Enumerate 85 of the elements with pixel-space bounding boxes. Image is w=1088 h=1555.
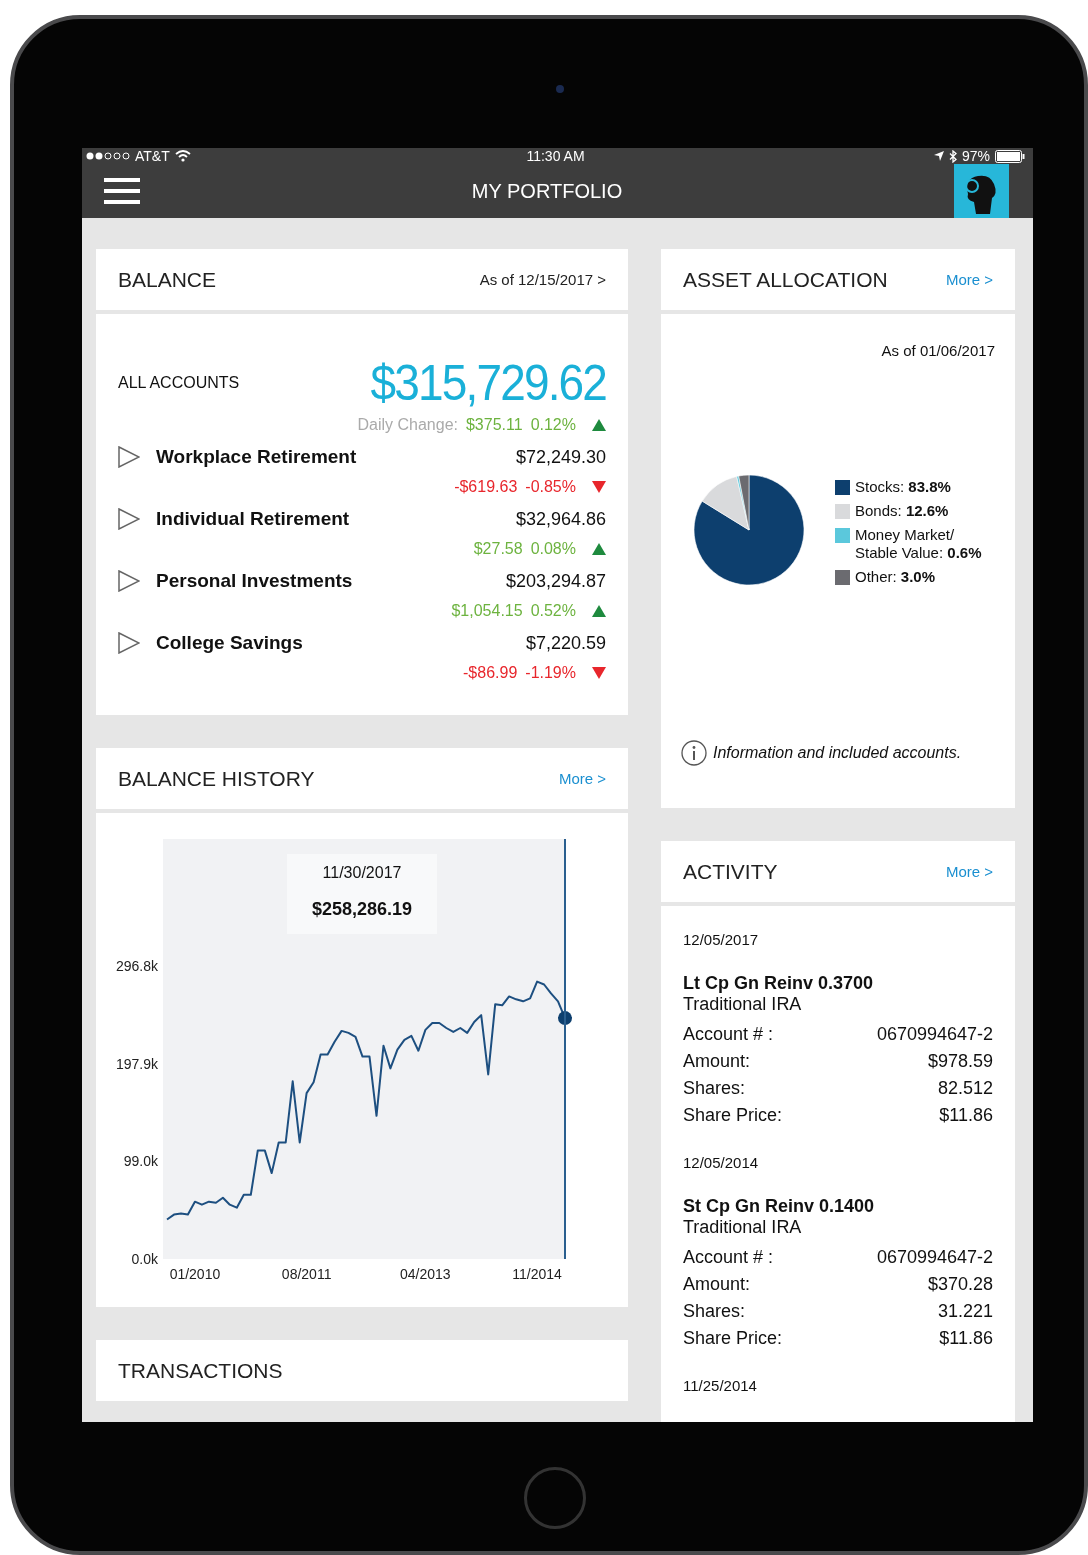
- field-value: $11.86: [939, 1104, 993, 1127]
- expand-arrow-icon[interactable]: [118, 446, 140, 468]
- location-arrow-icon: [933, 151, 944, 161]
- page-title: MY PORTFOLIO: [471, 179, 623, 203]
- change-amount: $27.58: [473, 540, 523, 558]
- change-percent: 0.12%: [530, 416, 576, 434]
- change-percent: -1.19%: [525, 664, 576, 682]
- field-label: Shares:: [683, 1077, 746, 1100]
- as-of-date-link[interactable]: As of 12/15/2017 >: [479, 271, 606, 288]
- signal-icon: [86, 151, 130, 161]
- expand-arrow-icon[interactable]: [118, 632, 140, 654]
- x-axis-label: 01/2010: [169, 1266, 221, 1282]
- activity-title: St Cp Gn Reinv 0.1400: [683, 1196, 876, 1217]
- field-value: 31.221: [937, 1300, 993, 1323]
- x-axis-label: 08/2011: [281, 1266, 332, 1282]
- account-type: Traditional IRA: [683, 994, 803, 1015]
- expand-arrow-icon[interactable]: [118, 570, 140, 592]
- battery-percent: 97%: [961, 148, 990, 164]
- change-percent: 0.52%: [530, 602, 576, 620]
- more-link[interactable]: More >: [945, 863, 993, 880]
- carrier-name: AT&T: [135, 148, 170, 164]
- account-name[interactable]: College Savings: [156, 632, 526, 654]
- activity-date: 11/25/2014: [683, 1377, 758, 1394]
- change-percent: 0.08%: [530, 540, 576, 558]
- status-time: 11:30 AM: [526, 148, 585, 164]
- field-value: 82.512: [937, 1077, 993, 1100]
- field-value: 0670994647-2: [876, 1023, 993, 1046]
- field-value: $11.86: [939, 1327, 993, 1350]
- field-value: 0670994647-2: [876, 1246, 993, 1269]
- bluetooth-icon: [948, 149, 957, 163]
- more-link[interactable]: More >: [558, 770, 606, 787]
- field-label: Shares:: [683, 1300, 746, 1323]
- x-axis-label: 11/2014: [512, 1266, 562, 1282]
- tooltip-date: 11/30/2017: [322, 864, 402, 881]
- change-amount: -$619.63: [454, 478, 518, 496]
- change-percent: -0.85%: [525, 478, 576, 496]
- change-amount: $1,054.15: [451, 602, 523, 620]
- legend-label: Other: 3.0%: [855, 568, 936, 586]
- change-amount: $375.11: [465, 416, 523, 434]
- account-balance: $72,249.30: [515, 446, 606, 468]
- field-label: Amount:: [683, 1050, 751, 1073]
- section-title: ACTIVITY: [683, 859, 778, 884]
- y-axis-label: 296.8k: [115, 957, 158, 974]
- section-title: BALANCE: [118, 267, 217, 292]
- legend-label: Money Market/ Stable Value: 0.6%: [855, 526, 983, 562]
- account-name[interactable]: Individual Retirement: [156, 508, 516, 530]
- change-amount: -$86.99: [463, 664, 518, 682]
- section-title: ASSET ALLOCATION: [683, 267, 888, 292]
- account-type: Traditional IRA: [683, 1217, 803, 1238]
- field-value: $370.28: [927, 1273, 993, 1296]
- wifi-icon: [174, 150, 191, 162]
- daily-change-label: Daily Change:: [357, 416, 458, 434]
- camera-icon: [556, 85, 564, 93]
- as-of-date: As of 01/06/2017: [880, 342, 995, 359]
- account-balance: $7,220.59: [525, 632, 606, 654]
- field-label: Account # :: [683, 1023, 774, 1046]
- battery-icon: [995, 149, 1025, 163]
- section-title: TRANSACTIONS: [118, 1358, 283, 1383]
- y-axis-label: 99.0k: [123, 1153, 158, 1170]
- info-link[interactable]: Information and included accounts.: [713, 744, 962, 762]
- menu-icon[interactable]: [104, 178, 140, 204]
- total-balance: $315,729.62: [370, 354, 606, 412]
- legend-label: Stocks: 83.8%: [855, 478, 951, 496]
- field-value: $978.59: [927, 1050, 993, 1073]
- field-label: Share Price:: [683, 1104, 783, 1127]
- activity-title: Lt Cp Gn Reinv 0.3700: [683, 973, 875, 994]
- field-label: Amount:: [683, 1273, 751, 1296]
- y-axis-label: 197.9k: [115, 1055, 158, 1072]
- account-balance: $32,964.86: [515, 508, 606, 530]
- expand-arrow-icon[interactable]: [118, 508, 140, 530]
- x-axis-label: 04/2013: [400, 1266, 451, 1282]
- legend-label: Bonds: 12.6%: [855, 502, 949, 520]
- more-link[interactable]: More >: [945, 271, 993, 288]
- activity-date: 12/05/2014: [683, 1154, 760, 1171]
- account-name[interactable]: Personal Investments: [156, 570, 506, 592]
- tooltip-value: $258,286.19: [311, 899, 413, 919]
- y-axis-label: 0.0k: [131, 1251, 158, 1267]
- account-name[interactable]: Workplace Retirement: [156, 446, 516, 468]
- info-icon[interactable]: [681, 740, 707, 766]
- field-label: Share Price:: [683, 1327, 783, 1350]
- field-label: Account # :: [683, 1246, 774, 1269]
- activity-date: 12/05/2017: [683, 931, 760, 948]
- accounts-label: ALL ACCOUNTS: [118, 374, 240, 392]
- section-title: BALANCE HISTORY: [118, 766, 315, 791]
- account-balance: $203,294.87: [505, 570, 606, 592]
